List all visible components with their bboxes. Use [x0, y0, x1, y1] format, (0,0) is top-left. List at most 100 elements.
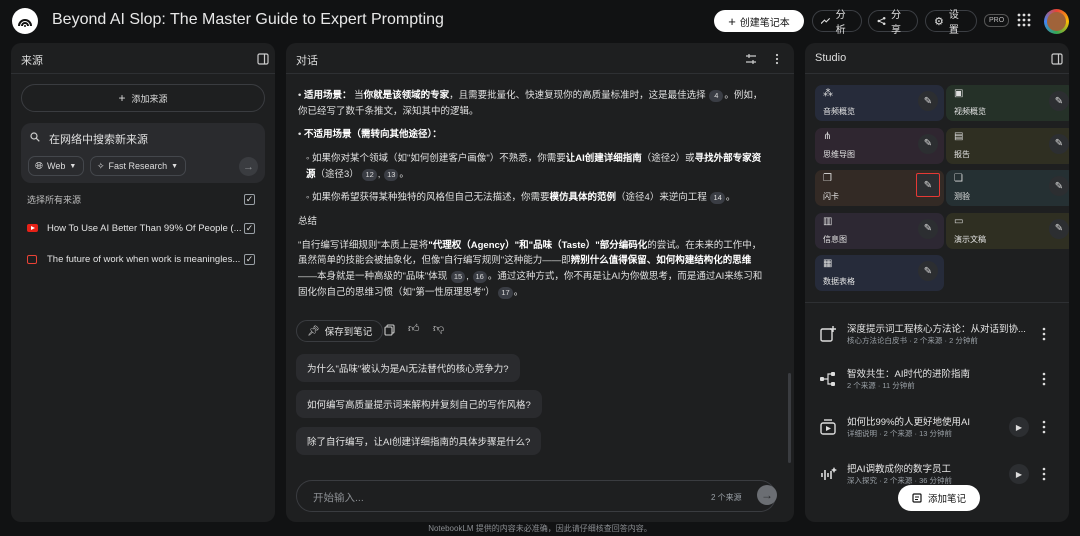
thumbs-up-icon[interactable]: 👍︎: [408, 322, 420, 335]
edit-button[interactable]: ✎: [1049, 133, 1069, 154]
studio-tile-mind-map[interactable]: ⋔ 思维导图 ✎: [815, 127, 944, 164]
suggested-question[interactable]: 如何编写高质量提示词来解构并复刻自己的写作风格?: [296, 390, 542, 418]
edit-button[interactable]: ✎: [918, 261, 938, 281]
share-button[interactable]: 分享: [868, 10, 918, 36]
studio-note[interactable]: 深度提示词工程核心方法论：从对话到协... 核心方法论白皮书 · 2 个来源 ·…: [815, 319, 1053, 353]
source-item[interactable]: How To Use AI Better Than 99% Of People …: [27, 219, 259, 237]
studio-tile-flashcards[interactable]: ❐ 闪卡 ✎: [815, 170, 944, 206]
more-vert-icon[interactable]: [1039, 325, 1049, 343]
tune-settings-icon[interactable]: [745, 53, 757, 65]
studio-tile-label: 闪卡: [823, 192, 839, 201]
web-chip-label: Web: [47, 161, 66, 171]
paragraph: ◦ 如果你希望获得某种独特的风格但自己无法描述，你需要模仿具体的范例（途径4）来…: [306, 192, 736, 205]
add-note-button[interactable]: 添加笔记: [898, 485, 980, 511]
more-vert-icon[interactable]: [1039, 418, 1049, 436]
play-button[interactable]: ▶: [1009, 417, 1029, 437]
web-search-box: 在网络中搜索新来源 🌐︎ Web ▼ ✧ Fast Research ▼ →: [21, 123, 265, 183]
sources-panel: 来源 + 添加来源 在网络中搜索新来源 🌐︎ Web ▼ ✧ Fast Rese…: [11, 43, 275, 522]
web-source-dropdown[interactable]: 🌐︎ Web ▼: [28, 156, 84, 176]
source-checkbox[interactable]: ✓: [244, 222, 255, 234]
suggested-question[interactable]: 为什么"品味"被认为是AI无法替代的核心竞争力?: [296, 354, 520, 382]
trending-icon: [821, 17, 831, 25]
search-input[interactable]: 在网络中搜索新来源: [49, 131, 148, 147]
edit-button[interactable]: ✎: [1049, 91, 1069, 111]
search-icon: [30, 132, 40, 142]
thumbs-down-icon[interactable]: 👎︎: [433, 322, 444, 335]
edit-button[interactable]: ✎: [918, 91, 938, 111]
notebook-title[interactable]: Beyond AI Slop: The Master Guide to Expe…: [52, 11, 444, 29]
save-to-note-label: 保存到笔记: [324, 327, 373, 338]
chat-header: 对话: [296, 55, 318, 67]
pencil-icon: ✎: [1054, 95, 1064, 107]
edit-button[interactable]: ✎: [916, 173, 940, 197]
chat-panel: 对话 • 适用场景： 当你就是该领域的专家，且需要批量化、快速复现你的高质量标准…: [286, 43, 794, 522]
edit-button[interactable]: ✎: [918, 133, 938, 154]
play-button[interactable]: ▶: [1009, 464, 1029, 484]
slides-icon: ▭: [954, 215, 964, 227]
collapse-panel-icon[interactable]: [1051, 53, 1063, 65]
pencil-icon: ✎: [1054, 223, 1064, 234]
edit-button[interactable]: ✎: [1049, 176, 1069, 196]
edit-button[interactable]: ✎: [918, 218, 938, 239]
source-checkbox[interactable]: ✓: [244, 253, 255, 265]
studio-tile-label: 数据表格: [823, 277, 855, 286]
analytics-button[interactable]: 分析: [812, 10, 862, 36]
chevron-down-icon: ▼: [69, 162, 77, 170]
fast-research-dropdown[interactable]: ✧ Fast Research ▼: [90, 156, 186, 176]
scrollbar[interactable]: [788, 373, 791, 463]
studio-tile-data-table[interactable]: ▦ 数据表格 ✎: [815, 255, 944, 291]
more-vert-icon[interactable]: [1039, 465, 1049, 483]
citation-chip[interactable]: 17: [498, 286, 513, 299]
citation-chip[interactable]: 12: [362, 168, 377, 181]
select-all-checkbox[interactable]: ✓: [244, 193, 255, 205]
citation-chip[interactable]: 15: [450, 271, 466, 284]
studio-tile-infographic[interactable]: ▥ 信息图 ✎: [815, 212, 944, 249]
summary-title: 总结: [298, 216, 318, 228]
studio-tile-label: 测验: [954, 192, 970, 201]
citation-chip[interactable]: 4: [709, 90, 724, 102]
note-meta: 核心方法论白皮书 · 2 个来源 · 2 分钟前: [847, 336, 978, 345]
research-chip-label: Fast Research: [108, 161, 168, 171]
citation-chip[interactable]: 16: [472, 271, 487, 284]
save-to-note-button[interactable]: 📌︎ 保存到笔记: [296, 320, 384, 342]
note-title: 如何比99%的人更好地使用AI: [847, 417, 970, 428]
settings-button[interactable]: ⚙ 设置: [925, 10, 977, 36]
suggested-question[interactable]: 除了自行编写，让AI创建详细指南的具体步骤是什么?: [296, 427, 542, 455]
copy-icon[interactable]: [384, 324, 396, 336]
studio-tile-label: 音频概览: [823, 107, 855, 116]
share-icon: [877, 17, 886, 25]
add-source-button[interactable]: + 添加来源: [21, 84, 265, 112]
studio-tile-slides[interactable]: ▭ 演示文稿 ✎: [946, 212, 1069, 249]
citation-chip[interactable]: 13: [384, 168, 399, 181]
source-item[interactable]: The future of work when work is meaningl…: [27, 250, 259, 268]
add-note-label: 添加笔记: [927, 494, 966, 505]
notebooklm-logo-icon[interactable]: [12, 8, 38, 34]
pencil-icon: ✎: [1054, 180, 1064, 192]
citation-chip[interactable]: 14: [710, 192, 725, 205]
note-meta: 2 个来源 · 11 分钟前: [847, 381, 915, 390]
apps-grid-icon[interactable]: [1017, 13, 1031, 27]
more-vert-icon[interactable]: [771, 53, 783, 65]
studio-note[interactable]: 智效共生：AI时代的进阶指南 2 个来源 · 11 分钟前: [815, 364, 1053, 398]
select-all-label: 选择所有来源: [27, 194, 82, 205]
avatar[interactable]: [1044, 9, 1069, 34]
collapse-panel-icon[interactable]: [257, 53, 269, 65]
studio-tile-video-overview[interactable]: ▣ 视频概览 ✎: [946, 85, 1069, 121]
studio-tile-report[interactable]: ▤ 报告 ✎: [946, 127, 1069, 164]
pencil-icon: ✎: [923, 265, 933, 277]
send-button[interactable]: →: [757, 485, 777, 505]
settings-label: 设置: [948, 10, 959, 36]
submit-search-arrow-icon[interactable]: →: [239, 157, 258, 176]
edit-button[interactable]: ✎: [1049, 218, 1069, 239]
paragraph: • 适用场景： 当你就是该领域的专家，且需要批量化、快速复现你的高质量标准时，这…: [298, 90, 763, 117]
studio-tile-audio-overview[interactable]: ⁂ 音频概览 ✎: [815, 85, 944, 121]
chat-input[interactable]: 开始输入... 2 个来源: [296, 480, 776, 512]
select-all-row[interactable]: 选择所有来源 ✓: [27, 190, 259, 208]
create-notebook-button[interactable]: + 创建笔记本: [714, 10, 804, 32]
pencil-icon: ✎: [923, 223, 933, 234]
pin-icon: 📌︎: [307, 325, 320, 337]
note-icon: [912, 493, 922, 503]
studio-tile-quiz[interactable]: ❏ 测验 ✎: [946, 170, 1069, 206]
studio-note[interactable]: 如何比99%的人更好地使用AI 详细说明 · 2 个来源 · 13 分钟前 ▶: [815, 412, 1053, 446]
more-vert-icon[interactable]: [1039, 370, 1049, 388]
